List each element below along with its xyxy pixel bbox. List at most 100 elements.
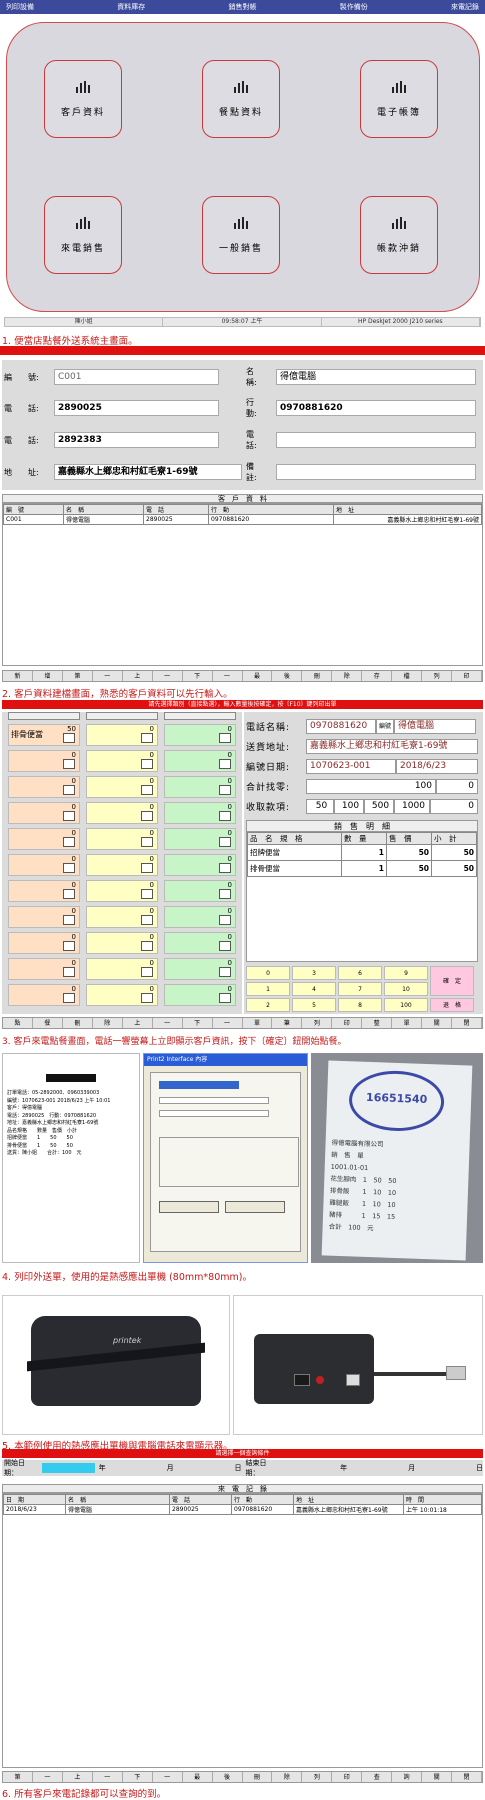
comment-field[interactable] — [159, 1110, 269, 1117]
nav-whole-2[interactable]: 單 — [392, 1018, 423, 1028]
meal-cell[interactable]: 0 — [164, 932, 236, 954]
nav-save-1[interactable]: 存 — [362, 671, 393, 681]
nav-first-1[interactable]: 第 — [3, 1772, 33, 1782]
menu-backup[interactable]: 製作備份 — [340, 0, 368, 14]
nav-save-2[interactable]: 檔 — [392, 671, 423, 681]
meal-cell[interactable]: 0 — [8, 932, 80, 954]
table-row[interactable]: 2018/6/23 得億電腦 2890025 0970881620 嘉義縣水上鄉… — [3, 1504, 482, 1515]
meal-cell[interactable]: 0 — [8, 906, 80, 928]
nav-last-1[interactable]: 最 — [183, 1772, 213, 1782]
meal-cell[interactable]: 0 — [164, 906, 236, 928]
key-2[interactable]: 2 — [246, 998, 290, 1012]
nav-add-1[interactable]: 新 — [3, 671, 33, 681]
meal-cell[interactable]: 0 — [86, 724, 158, 746]
nav-print-1[interactable]: 列 — [302, 1772, 333, 1782]
menu-print-settings[interactable]: 列印設備 — [6, 0, 34, 14]
nav-prev-1[interactable]: 上 — [123, 1018, 153, 1028]
nav-first-2[interactable]: 一 — [33, 1772, 63, 1782]
nav-close-2[interactable]: 閉 — [452, 1018, 482, 1028]
meal-cell[interactable]: 0 — [86, 750, 158, 772]
tile-payment-writeoff[interactable]: 帳款沖銷 — [360, 196, 438, 274]
tile-customer-data[interactable]: 客戶資料 — [44, 60, 122, 138]
category-tab[interactable] — [164, 712, 236, 720]
tile-e-ledger[interactable]: 電子帳簿 — [360, 60, 438, 138]
key-5[interactable]: 5 — [292, 998, 336, 1012]
nav-order-2[interactable]: 餐 — [33, 1018, 63, 1028]
nav-next-1[interactable]: 下 — [183, 671, 213, 681]
nav-delete-1[interactable]: 刪 — [243, 1772, 273, 1782]
meal-cell[interactable]: 0 — [164, 828, 236, 850]
meal-cell[interactable]: 0 — [164, 958, 236, 980]
meal-cell[interactable]: 0 — [164, 750, 236, 772]
nav-delete-2[interactable]: 除 — [332, 671, 363, 681]
key-9[interactable]: 9 — [384, 966, 428, 980]
meal-cell[interactable]: 0 — [164, 854, 236, 876]
nav-last-2[interactable]: 後 — [213, 1772, 243, 1782]
paid-field[interactable]: 0 — [430, 798, 478, 814]
tel3-field[interactable] — [276, 432, 476, 448]
table-row[interactable]: 排骨便當 1 50 50 — [247, 860, 477, 877]
menu-inventory[interactable]: 資料庫存 — [117, 0, 145, 14]
nav-prev-1[interactable]: 上 — [123, 671, 153, 681]
meal-cell[interactable]: 0 — [86, 802, 158, 824]
nav-single-1[interactable]: 單 — [243, 1018, 273, 1028]
nav-print-1[interactable]: 列 — [302, 1018, 333, 1028]
meal-cell[interactable]: 排骨便當 50 — [8, 724, 80, 746]
location-field[interactable] — [159, 1097, 269, 1104]
meal-cell[interactable]: 0 — [8, 802, 80, 824]
preferences-button[interactable] — [159, 1201, 219, 1213]
meal-cell[interactable]: 0 — [8, 880, 80, 902]
paid-1000-button[interactable]: 1000 — [394, 798, 430, 814]
order-no-field[interactable]: 1070623-001 — [306, 758, 396, 774]
nav-next-2[interactable]: 一 — [213, 671, 243, 681]
nav-prev-2[interactable]: 一 — [153, 1018, 183, 1028]
meal-cell[interactable]: 0 — [164, 984, 236, 1006]
nav-print-2[interactable]: 印 — [452, 671, 482, 681]
backspace-button[interactable]: 退 格 — [430, 998, 474, 1012]
meal-cell[interactable]: 0 — [86, 932, 158, 954]
paid-50-button[interactable]: 50 — [306, 798, 334, 814]
menu-sales-reconcile[interactable]: 銷售對帳 — [229, 0, 257, 14]
tel1-field[interactable]: 2890025 — [54, 400, 219, 416]
meal-cell[interactable]: 0 — [86, 776, 158, 798]
nav-delete-1[interactable]: 刪 — [302, 671, 333, 681]
key-7[interactable]: 7 — [338, 982, 382, 996]
nav-delete-1[interactable]: 刪 — [63, 1018, 93, 1028]
nav-next-2[interactable]: 一 — [153, 1772, 183, 1782]
nav-last-2[interactable]: 後 — [272, 671, 303, 681]
meal-cell[interactable]: 0 — [86, 854, 158, 876]
nav-close-1[interactable]: 關 — [422, 1772, 453, 1782]
meal-cell[interactable]: 0 — [8, 984, 80, 1006]
nav-prev-2[interactable]: 一 — [153, 671, 183, 681]
nav-close-2[interactable]: 閉 — [452, 1772, 482, 1782]
nav-next-1[interactable]: 下 — [123, 1772, 153, 1782]
code-field[interactable]: C001 — [54, 369, 219, 385]
tile-phone-sales[interactable]: 來電銷售 — [44, 196, 122, 274]
meal-cell[interactable]: 0 — [86, 828, 158, 850]
category-tab[interactable] — [8, 712, 80, 720]
print-test-page-button[interactable] — [225, 1201, 285, 1213]
delivery-address-field[interactable]: 嘉義縣水上鄉忠和村紅毛寮1-69號 — [306, 738, 478, 754]
note-field[interactable] — [276, 464, 476, 480]
table-row[interactable]: C001 得億電腦 2890025 0970881620 嘉義縣水上鄉忠和村紅毛… — [3, 514, 482, 525]
confirm-button[interactable]: 確 定 — [430, 966, 474, 996]
nav-query-1[interactable]: 查 — [362, 1772, 393, 1782]
nav-close-1[interactable]: 關 — [422, 1018, 453, 1028]
key-8[interactable]: 8 — [338, 998, 382, 1012]
tile-general-sales[interactable]: 一般銷售 — [202, 196, 280, 274]
meal-cell[interactable]: 0 — [164, 802, 236, 824]
phone-field[interactable]: 0970881620 — [306, 718, 376, 734]
nav-query-2[interactable]: 詢 — [392, 1772, 423, 1782]
name-field[interactable]: 得億電腦 — [276, 369, 476, 385]
key-6[interactable]: 6 — [338, 966, 382, 980]
meal-cell[interactable]: 0 — [8, 958, 80, 980]
nav-first-2[interactable]: 一 — [93, 671, 123, 681]
key-100[interactable]: 100 — [384, 998, 428, 1012]
meal-cell[interactable]: 0 — [164, 880, 236, 902]
nav-single-2[interactable]: 筆 — [272, 1018, 303, 1028]
mobile-field[interactable]: 0970881620 — [276, 400, 476, 416]
meal-cell[interactable]: 0 — [86, 958, 158, 980]
nav-delete-2[interactable]: 除 — [272, 1772, 303, 1782]
category-tab[interactable] — [86, 712, 158, 720]
nav-first-1[interactable]: 第 — [63, 671, 93, 681]
